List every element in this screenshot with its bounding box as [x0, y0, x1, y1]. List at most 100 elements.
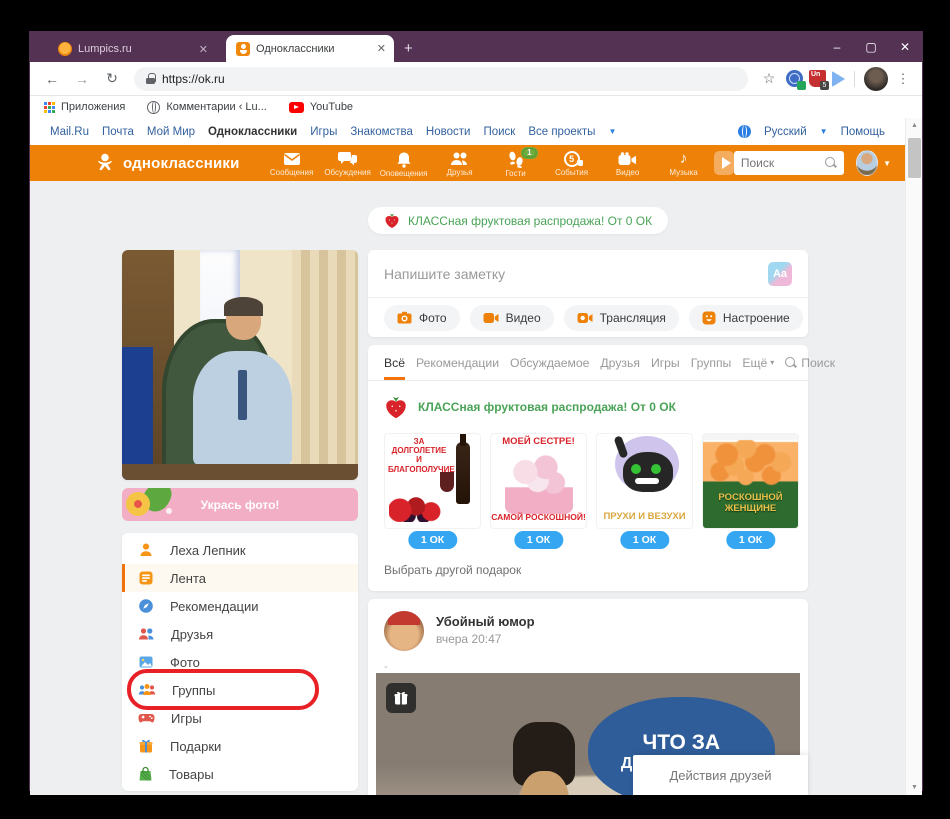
video-camera-icon [618, 151, 637, 165]
sidebar-item-groups[interactable]: Группы [122, 676, 358, 704]
topnav-link-news[interactable]: Новости [426, 126, 471, 138]
header-item-music[interactable]: ♪ Музыка [656, 149, 712, 178]
help-link[interactable]: Помощь [841, 126, 885, 138]
gift-price-button[interactable]: 1 ОК [407, 531, 458, 549]
sidebar-item-profile[interactable]: Леха Лепник [122, 536, 358, 564]
header-item-friends[interactable]: Друзья [432, 149, 488, 178]
scroll-up-arrow[interactable]: ▲ [906, 118, 923, 133]
tab-odnoklassniki[interactable]: Одноклассники ✕ [226, 35, 394, 62]
topnav-link-mailru[interactable]: Mail.Ru [50, 126, 89, 138]
sidebar-item-feed[interactable]: Лента [122, 564, 358, 592]
header-item-guests[interactable]: 1 Гости [488, 146, 544, 178]
gift-card-roses[interactable]: РОСКОШНОЙ ЖЕНЩИНЕ 1 ОК [702, 433, 799, 551]
gift-card-longevity[interactable]: ЗА ДОЛГОЛЕТИЕ И БЛАГОПОЛУЧИЕ 1 ОК [384, 433, 481, 551]
post-author-avatar[interactable] [384, 611, 424, 651]
sidebar-item-recommendations[interactable]: Рекомендации [122, 592, 358, 620]
post-gift-badge[interactable] [386, 683, 416, 713]
address-bar[interactable]: https://ok.ru [134, 66, 748, 91]
bookmark-star-icon[interactable]: ☆ [758, 70, 780, 87]
extension-play-icon[interactable] [832, 70, 845, 87]
gift-price-button[interactable]: 1 ОК [619, 531, 670, 549]
broadcast-button[interactable]: Трансляция [563, 304, 679, 331]
shopping-bag-icon [139, 766, 152, 781]
feed-tab-all[interactable]: Всё [384, 345, 406, 380]
gift-price-button[interactable]: 1 ОК [725, 531, 776, 549]
header-item-messages[interactable]: Сообщения [264, 149, 320, 178]
sidebar-item-photos[interactable]: Фото [122, 648, 358, 676]
post-author-name[interactable]: Убойный юмор [436, 614, 535, 629]
feed-tab-groups[interactable]: Группы [691, 345, 732, 380]
topnav-link-dating[interactable]: Знакомства [350, 126, 413, 138]
maximize-button[interactable]: ▢ [854, 40, 888, 54]
decorate-photo-button[interactable]: Укрась фото! [122, 488, 358, 521]
ok-search-box[interactable] [733, 151, 844, 175]
topnav-link-search[interactable]: Поиск [483, 126, 515, 138]
bookmark-youtube[interactable]: YouTube [288, 101, 353, 113]
extension-vpn-icon[interactable] [786, 70, 806, 90]
promo-banner[interactable]: КЛАССная фруктовая распродажа! От 0 ОК [368, 207, 669, 234]
forward-button[interactable]: → [70, 67, 94, 91]
gift-promo-row[interactable]: КЛАССная фруктовая распродажа! От 0 ОК [368, 381, 808, 429]
friends-actions-panel[interactable]: Действия друзей [633, 755, 808, 795]
extension-adblock-icon[interactable] [809, 70, 829, 90]
scroll-down-arrow[interactable]: ▼ [906, 780, 923, 795]
topnav-link-games[interactable]: Игры [310, 126, 337, 138]
back-button[interactable]: ← [40, 67, 64, 91]
close-button[interactable]: ✕ [888, 40, 922, 54]
chevron-down-icon[interactable]: ▼ [883, 159, 891, 168]
tab-close-icon[interactable]: ✕ [377, 42, 386, 55]
topnav-link-all-projects[interactable]: Все проекты [528, 126, 595, 138]
feed-tab-more[interactable]: Ещё ▾ [742, 345, 774, 380]
note-input[interactable] [384, 265, 768, 282]
header-item-discussions[interactable]: Обсуждения [320, 149, 376, 178]
bookmark-apps[interactable]: Приложения [44, 101, 125, 113]
photo-button[interactable]: Фото [384, 304, 460, 331]
sidebar-item-games[interactable]: Игры [122, 704, 358, 732]
reload-button[interactable]: ↻ [100, 67, 124, 91]
gift-card-sister[interactable]: МОЕЙ СЕСТРЕ! САМОЙ РОСКОШНОЙ! 1 ОК [490, 433, 587, 551]
browser-menu-icon[interactable]: ⋮ [894, 71, 912, 87]
topnav-link-odnoklassniki[interactable]: Одноклассники [208, 126, 297, 138]
smiley-icon [702, 311, 716, 324]
mood-button[interactable]: Настроение [688, 304, 803, 331]
language-selector[interactable]: Русский [764, 126, 807, 138]
ok-logo[interactable]: одноклассники [94, 152, 240, 174]
strawberry-icon [386, 396, 406, 419]
sidebar-item-gifts[interactable]: Подарки [122, 732, 358, 760]
profile-photo[interactable] [122, 250, 358, 480]
search-input[interactable] [740, 156, 821, 170]
header-item-events[interactable]: 5 События [544, 149, 600, 178]
feed-tab-friends[interactable]: Друзья [600, 345, 640, 380]
compose-note-field[interactable]: Aa [368, 250, 808, 298]
video-button[interactable]: Видео [469, 304, 554, 331]
globe-icon [147, 100, 161, 114]
topnav-link-moimir[interactable]: Мой Мир [147, 126, 195, 138]
youtube-icon [288, 101, 304, 113]
music-play-button[interactable] [713, 151, 734, 175]
choose-other-gift-link[interactable]: Выбрать другой подарок [368, 551, 808, 591]
topnav-link-mail[interactable]: Почта [102, 126, 134, 138]
guests-badge: 1 [521, 146, 538, 159]
header-item-notifications[interactable]: Оповещения [376, 149, 432, 178]
gift-card-luck-cat[interactable]: ПРУХИ И ВЕЗУХИ 1 ОК [596, 433, 693, 551]
language-globe-icon [737, 125, 751, 138]
sidebar-item-friends[interactable]: Друзья [122, 620, 358, 648]
feed-search[interactable]: Поиск [785, 356, 835, 370]
header-item-video[interactable]: Видео [600, 149, 656, 178]
scrollbar-thumb[interactable] [908, 138, 921, 178]
feed-tab-games[interactable]: Игры [651, 345, 680, 380]
browser-profile-avatar[interactable] [864, 66, 888, 91]
bookmark-comments[interactable]: Комментарии ‹ Lu... [147, 100, 267, 114]
sidebar-item-goods[interactable]: Товары [122, 760, 358, 788]
feed-tab-discussed[interactable]: Обсуждаемое [510, 345, 589, 380]
tab-lumpics[interactable]: Lumpics.ru ✕ [48, 36, 216, 62]
gamepad-icon [138, 714, 155, 723]
text-format-icon[interactable]: Aa [768, 261, 792, 286]
gift-price-button[interactable]: 1 ОК [513, 531, 564, 549]
tab-close-icon[interactable]: ✕ [199, 43, 208, 56]
user-avatar[interactable] [855, 150, 879, 176]
page-scrollbar[interactable]: ▲ ▼ [905, 118, 922, 795]
minimize-button[interactable]: – [820, 40, 854, 54]
feed-tab-recommendations[interactable]: Рекомендации [416, 345, 499, 380]
new-tab-button[interactable]: + [404, 40, 413, 57]
